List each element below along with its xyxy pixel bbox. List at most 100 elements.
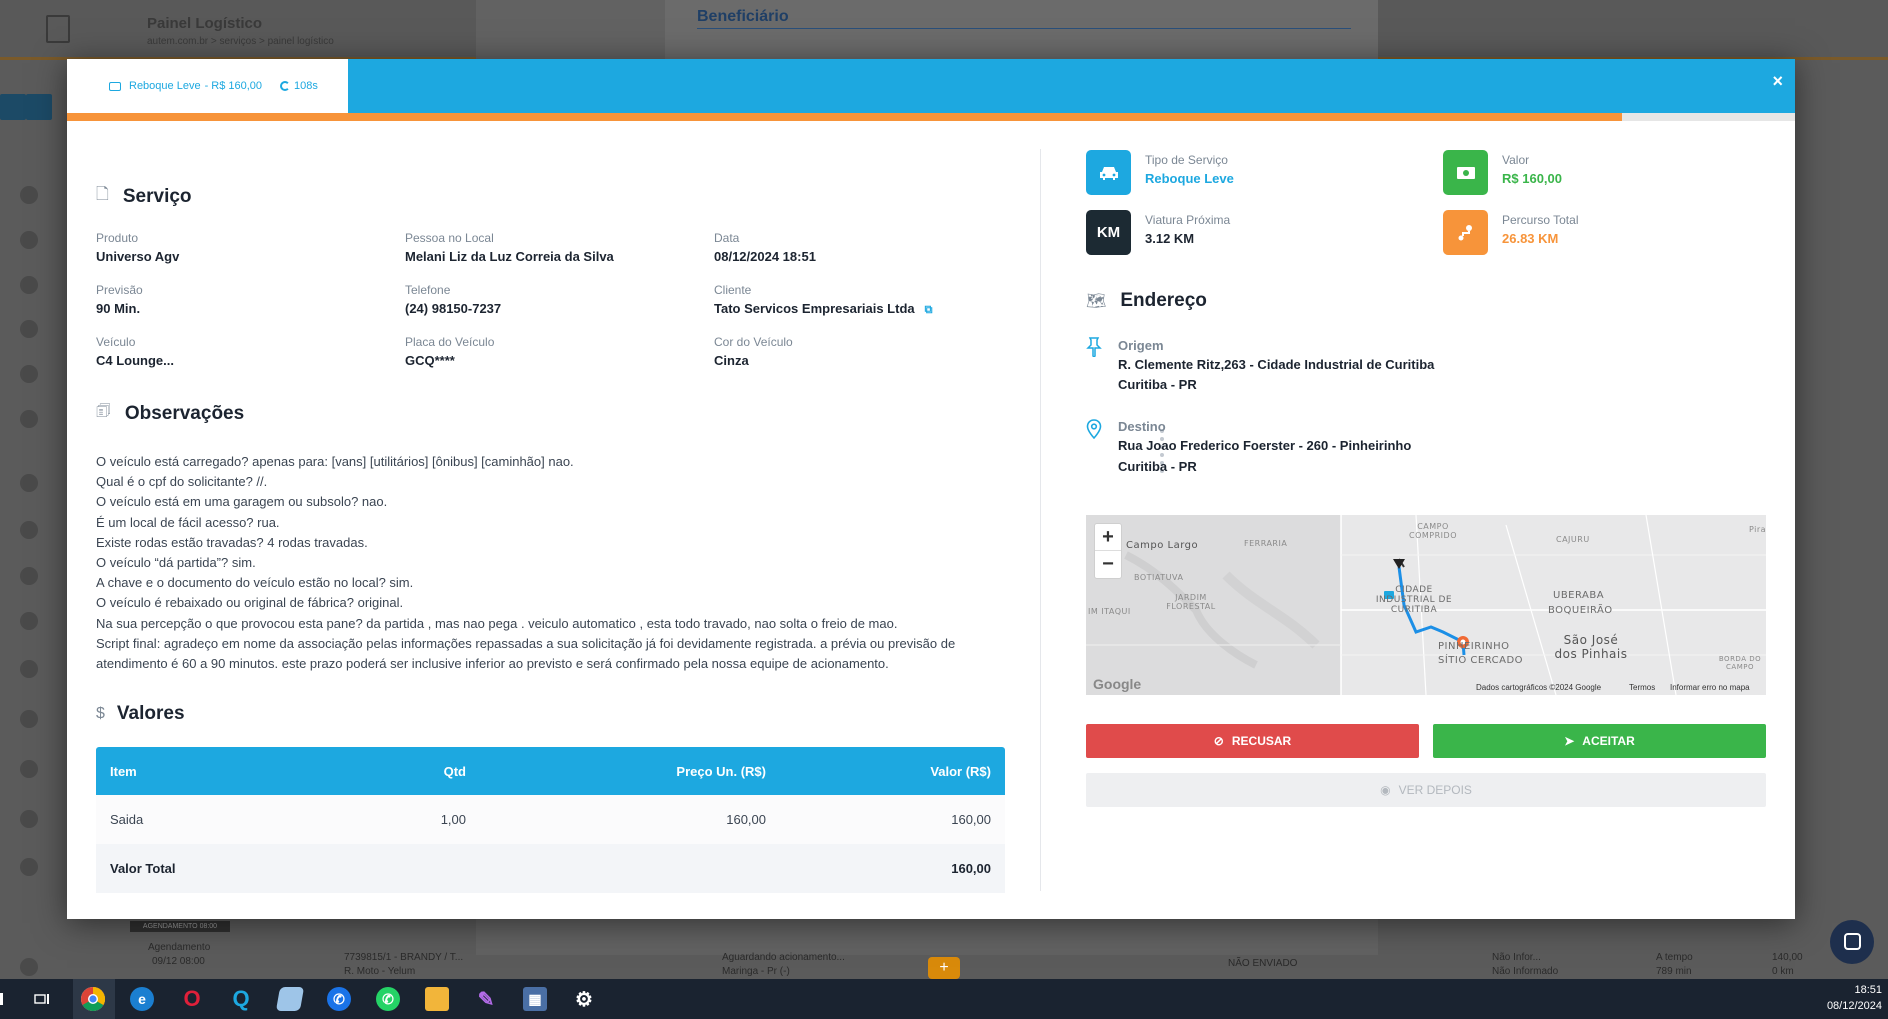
destino-line2: Curitiba - PR — [1118, 459, 1197, 474]
section-servico: 🗋 Serviço — [96, 183, 192, 210]
field-value: GCQ**** — [405, 353, 455, 368]
field-previsao: Previsão 90 Min. — [96, 283, 143, 316]
stat-value: Reboque Leve — [1145, 171, 1234, 186]
timer-progress-bar — [67, 113, 1795, 121]
aceitar-button[interactable]: ➤ ACEITAR — [1433, 724, 1766, 758]
map-attribution: Dados cartográficos ©2024 Google — [1476, 683, 1602, 692]
field-veiculo: Veículo C4 Lounge... — [96, 335, 174, 368]
map-label: Pira — [1749, 525, 1766, 534]
google-logo: Google — [1093, 676, 1142, 692]
background-row-icon — [20, 612, 38, 630]
field-label: Veículo — [96, 335, 136, 349]
background-row-text: Aguardando acionamento... — [722, 952, 845, 963]
route-map[interactable]: + − CAMPO COMPRIDO CAJURU Campo Largo FE… — [1086, 515, 1766, 695]
background-row-icon — [20, 320, 38, 338]
location-icon — [1086, 419, 1102, 444]
background-row-icon — [20, 760, 38, 778]
tab-service-name: Reboque Leve — [129, 80, 201, 92]
background-add-fab: + — [928, 957, 960, 979]
modal-tab[interactable]: Reboque Leve - R$ 160,00 108s — [67, 59, 348, 113]
cell-qtd: 1,00 — [440, 812, 466, 827]
background-row-text: 0 km — [1772, 966, 1794, 977]
map-label: IM ITAQUI — [1088, 607, 1131, 616]
col-header-qtd: Qtd — [443, 763, 466, 779]
map-label: BOTIATUVA — [1134, 573, 1184, 582]
skype-icon[interactable]: ✆ — [327, 987, 351, 1011]
map-label: FERRARIA — [1244, 539, 1288, 548]
background-row-icon — [20, 567, 38, 585]
cliente-name: Tato Servicos Empresariais Ltda — [714, 301, 915, 316]
background-row-icon — [20, 474, 38, 492]
chrome-icon[interactable] — [81, 987, 105, 1011]
background-panel-divider — [697, 28, 1351, 29]
tab-timer: 108s — [294, 80, 318, 92]
dollar-icon: $ — [96, 705, 105, 722]
map-label: BORDA DO CAMPO — [1718, 655, 1762, 671]
external-link-icon[interactable]: ⧉ — [925, 304, 933, 316]
recusar-label: RECUSAR — [1231, 734, 1292, 748]
route-icon — [1443, 210, 1488, 255]
stat-label: Percurso Total — [1502, 213, 1579, 227]
cell-item: Saida — [110, 812, 144, 827]
background-row-icon — [20, 660, 38, 678]
origem-label: Origem — [1118, 338, 1164, 353]
map-label: Campo Largo — [1126, 540, 1199, 551]
task-view-icon[interactable] — [30, 987, 54, 1011]
total-value: 160,00 — [951, 861, 991, 876]
service-offer-modal: Reboque Leve - R$ 160,00 108s × 🗋 Serviç… — [67, 59, 1795, 919]
background-panel-title: Beneficiário — [697, 8, 789, 25]
field-pessoa: Pessoa no Local Melani Liz da Luz Correi… — [405, 231, 614, 264]
calculator-icon[interactable]: ▦ — [523, 987, 547, 1011]
section-observacoes-title: Observações — [124, 402, 245, 424]
truck-icon — [109, 81, 121, 91]
field-value: 08/12/2024 18:51 — [714, 249, 816, 264]
gear-icon[interactable]: ⚙ — [572, 987, 596, 1011]
map-terms-link[interactable]: Termos — [1629, 683, 1655, 692]
zoom-in-button[interactable]: + — [1095, 524, 1121, 551]
field-value: 90 Min. — [96, 301, 141, 316]
section-observacoes: 🗊 Observações — [96, 400, 244, 427]
map-label: PINHEIRINHO — [1438, 641, 1510, 652]
chat-button[interactable] — [1830, 920, 1874, 964]
chat-icon — [1844, 933, 1861, 950]
destino-line1: Rua Joao Frederico Foerster - 260 - Pinh… — [1118, 438, 1412, 453]
background-row-text: 7739815/1 - BRANDY / T... — [344, 952, 464, 963]
background-row-icon — [20, 521, 38, 539]
background-row-text: Agendamento — [148, 942, 211, 953]
map-label: CAJURU — [1556, 535, 1590, 544]
notepad-icon[interactable] — [275, 987, 305, 1011]
map-report-link[interactable]: Informar erro no mapa — [1670, 683, 1750, 692]
document-icon: 🗋 — [96, 186, 109, 203]
feather-icon[interactable]: ✎ — [474, 987, 498, 1011]
background-row-text: Não Infor... — [1492, 952, 1541, 963]
valores-table: Item Qtd Preço Un. (R$) Valor (R$) Saida… — [96, 747, 1005, 893]
background-row-icon — [20, 365, 38, 383]
field-produto: Produto Universo Agv — [96, 231, 179, 264]
recusar-button[interactable]: ⊘ RECUSAR — [1086, 724, 1419, 758]
close-icon[interactable]: × — [1772, 71, 1783, 92]
column-divider — [1040, 149, 1041, 891]
zoom-out-button[interactable]: − — [1095, 551, 1121, 578]
field-cor: Cor do Veículo Cinza — [714, 335, 793, 368]
taskbar-clock[interactable]: 18:51 08/12/2024 — [1827, 982, 1882, 1014]
whatsapp-icon[interactable]: ✆ — [376, 987, 400, 1011]
tab-price: - R$ 160,00 — [204, 80, 263, 92]
background-row-icon — [20, 958, 38, 976]
modal-topbar: Reboque Leve - R$ 160,00 108s × — [67, 59, 1795, 113]
stat-label: Viatura Próxima — [1145, 213, 1231, 227]
eye-icon: ◉ — [1380, 783, 1391, 797]
folder-icon[interactable] — [425, 987, 449, 1011]
background-row-icon — [20, 276, 38, 294]
app-q-icon[interactable]: Q — [229, 986, 253, 1011]
start-edge — [0, 993, 3, 1005]
ver-depois-button[interactable]: ◉ VER DEPOIS — [1086, 773, 1766, 807]
edge-icon[interactable]: e — [130, 987, 154, 1011]
background-row-text: Não Informado — [1492, 966, 1559, 977]
background-row-text: NÃO ENVIADO — [1228, 958, 1298, 969]
map-label: CIDADE INDUSTRIAL DE CURITIBA — [1375, 585, 1453, 615]
col-header-preco: Preço Un. (R$) — [676, 763, 766, 779]
opera-icon[interactable]: O — [180, 986, 204, 1011]
stat-percurso: Percurso Total 26.83 KM — [1443, 210, 1578, 255]
background-add-button — [0, 94, 26, 120]
field-label: Placa do Veículo — [405, 335, 495, 349]
